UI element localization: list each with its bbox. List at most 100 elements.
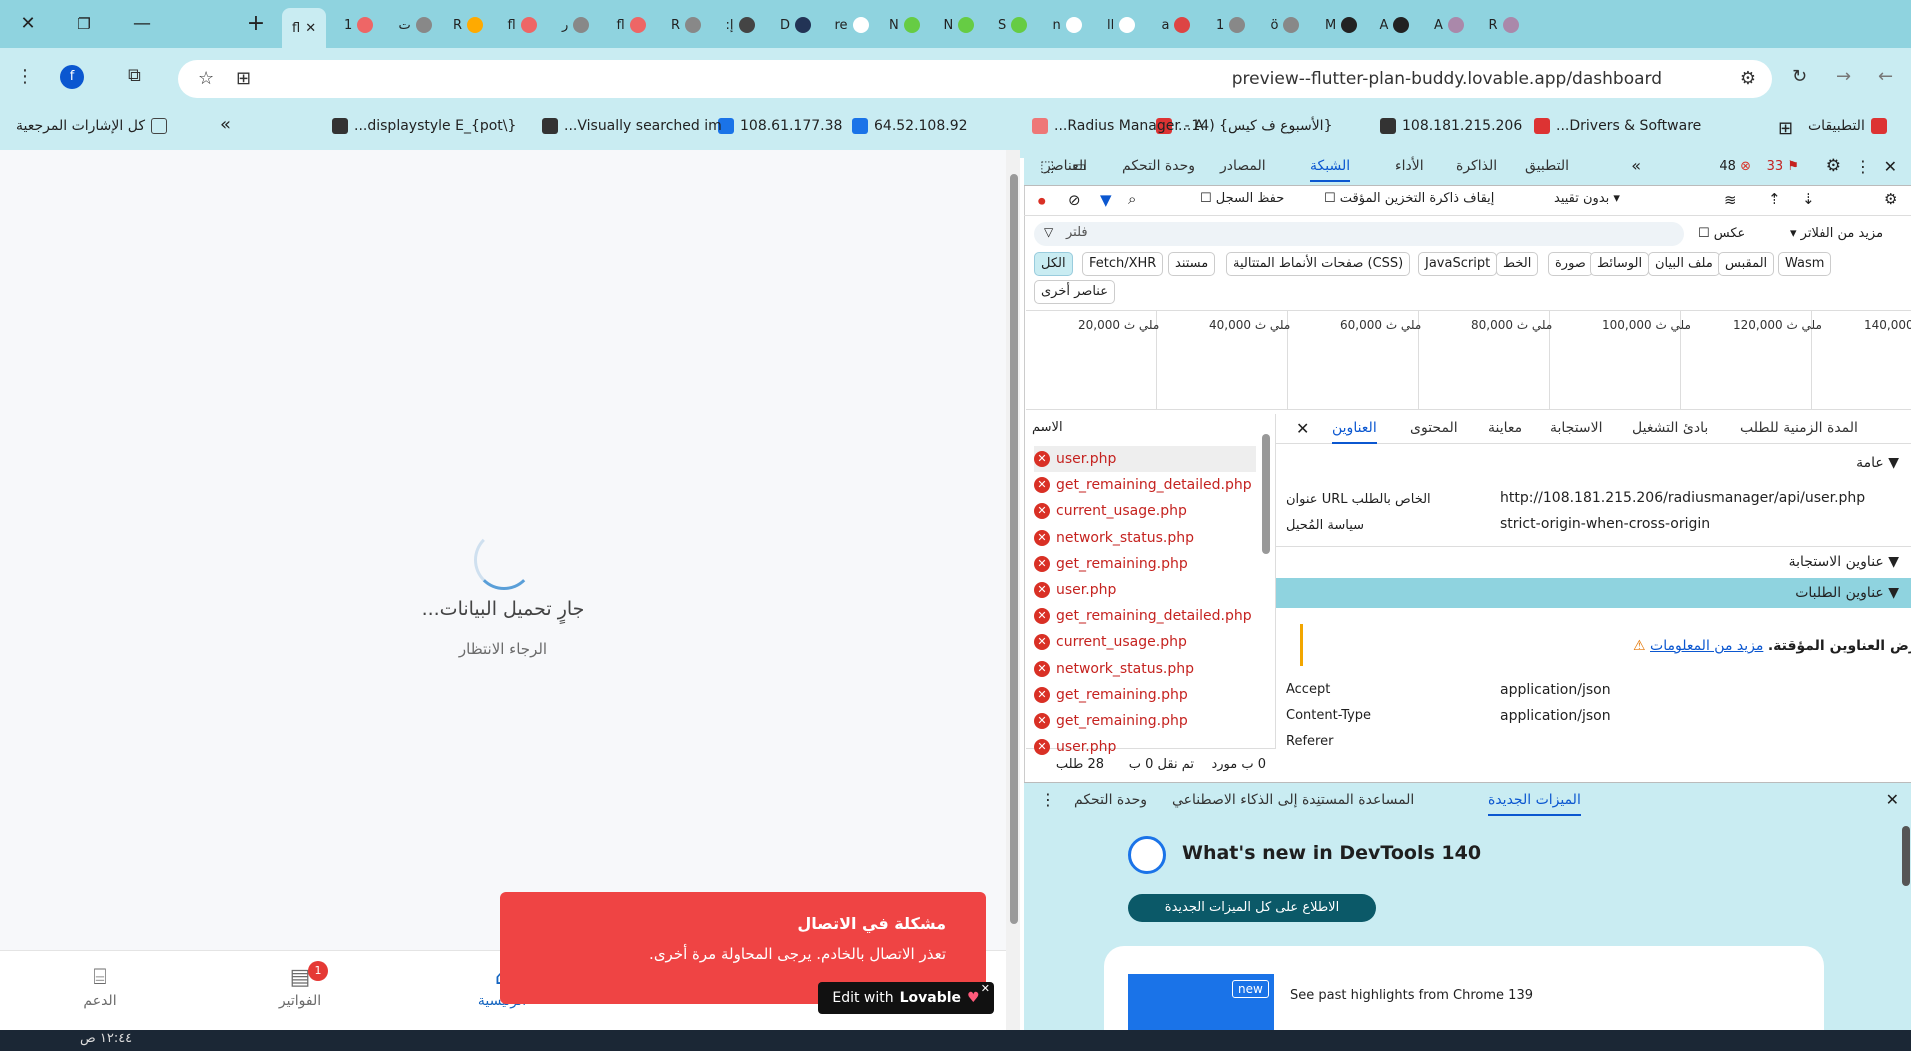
filter-chip-4[interactable]: JavaScript [1418,252,1498,276]
drawer-tab-2[interactable]: وحدة التحكم [1074,792,1147,808]
tab-21[interactable]: A [1434,10,1464,40]
response-headers-section[interactable]: ▼ عناوين الاستجابة [1276,546,1911,576]
close-window-button[interactable]: ✕ [12,10,44,38]
tab-18[interactable]: ö [1271,10,1300,40]
devtools-tab-0[interactable]: التطبيق [1525,158,1569,174]
request-row[interactable]: ✕ get_remaining.php [1034,682,1256,708]
search-icon[interactable]: ⌕ [1128,190,1136,208]
back-icon[interactable]: ← [1878,66,1893,88]
see-all-features-button[interactable]: الاطلاع على كل الميزات الجديدة [1128,894,1376,922]
bookmark-5[interactable]: 108.61.177.38 [718,118,842,134]
settings-icon[interactable]: ⚙ [1826,156,1841,176]
more-tabs-icon[interactable]: « [1631,156,1641,175]
error-count[interactable]: 48 ⊗ [1719,159,1751,174]
close-detail-icon[interactable]: ✕ [1296,419,1309,438]
lovable-badge[interactable]: Edit with Lovable ♥ ✕ [818,982,994,1014]
profile-avatar[interactable]: f [60,65,84,89]
tab-3[interactable]: R [453,10,484,40]
bookmark-all[interactable]: كل الإشارات المرجعية [16,118,167,134]
reload-icon[interactable]: ↻ [1792,66,1807,88]
translate-icon[interactable]: ⊞ [236,68,251,90]
devtools-menu-icon[interactable]: ⋮ [1855,157,1871,176]
name-column-header[interactable]: الاسم [1032,420,1063,435]
detail-tab-3[interactable]: معاينة [1488,420,1522,436]
tab-6[interactable]: fl [617,10,646,40]
request-row[interactable]: ✕ network_status.php [1034,656,1256,682]
tab-13[interactable]: S [998,10,1028,40]
filter-chip-2[interactable]: مستند [1168,252,1216,276]
tab-17[interactable]: 1 [1216,10,1246,40]
bookmark-apps[interactable]: التطبيقات [1808,118,1887,134]
filter-chip-9[interactable]: المقبس [1718,252,1775,276]
filter-chip-6[interactable]: صورة [1548,252,1593,276]
request-row[interactable]: ✕ get_remaining_detailed.php [1034,603,1256,629]
filter-chip-11[interactable]: عناصر أخرى [1034,280,1115,304]
filter-input[interactable]: ▽ فلتر [1034,222,1684,246]
page-scrollbar-thumb[interactable] [1010,174,1018,924]
detail-tab-5[interactable]: العناوين [1332,420,1377,444]
detail-tab-0[interactable]: المدة الزمنية للطلب [1740,420,1858,436]
bookmark-3[interactable]: Radius Manager - A... [1032,118,1204,134]
request-row[interactable]: ✕ user.php [1034,577,1256,603]
detail-tab-4[interactable]: المحتوى [1410,420,1458,436]
nav-invoices[interactable]: ▤ 1 الفواتير [250,961,350,1009]
tab-4[interactable]: fl [508,10,537,40]
tab-1[interactable]: 1 [344,10,374,40]
wifi-icon[interactable]: ≋ [1724,191,1737,209]
menu-icon[interactable]: ⋮ [16,66,34,88]
bookmark-1[interactable]: 108.181.215.206 [1380,118,1522,134]
devtools-tab-6[interactable]: العناصر [1044,158,1087,174]
network-settings-icon[interactable]: ⚙ [1884,190,1897,208]
detail-tab-1[interactable]: بادئ التشغيل [1632,420,1708,436]
tab-15[interactable]: ll [1107,10,1136,40]
invert-checkbox[interactable]: ☐ عكس [1698,226,1745,241]
filter-chip-0[interactable]: الكل [1034,252,1073,276]
request-row[interactable]: ✕ current_usage.php [1034,498,1256,524]
bookmark-7[interactable]: {\displaystyle E_{pot... [332,118,516,134]
request-list-scroll-thumb[interactable] [1262,434,1270,554]
close-devtools-icon[interactable]: ✕ [1884,157,1897,176]
tab-active[interactable]: ✕ fl [282,8,327,48]
bookmark-4[interactable]: 64.52.108.92 [852,118,968,134]
tab-16[interactable]: a [1162,10,1191,40]
request-row[interactable]: ✕ user.php [1034,446,1256,472]
tab-19[interactable]: M [1325,10,1358,40]
extensions-icon[interactable]: ⧉ [128,65,141,87]
request-row[interactable]: ✕ current_usage.php [1034,629,1256,655]
url-text[interactable]: preview--flutter-plan-buddy.lovable.app/… [1232,69,1662,89]
request-row[interactable]: ✕ user.php [1034,734,1256,760]
tab-7[interactable]: R [671,10,702,40]
filter-chip-8[interactable]: ملف البيان [1648,252,1720,276]
tab-2[interactable]: ت [399,10,432,40]
bookmark-0[interactable]: Drivers & Software... [1534,118,1701,134]
tab-11[interactable]: N [889,10,920,40]
upload-icon[interactable]: ⇡ [1768,190,1781,208]
minimize-window-button[interactable]: — [126,10,158,38]
more-bookmarks-button[interactable]: » [220,114,231,135]
record-icon[interactable]: ⏺ [1038,192,1046,210]
filter-chip-3[interactable]: صفحات الأنماط المتتالية (CSS) [1226,252,1411,276]
tab-10[interactable]: re [835,10,869,40]
tab-5[interactable]: ر [562,10,590,40]
detail-tab-2[interactable]: الاستجابة [1550,420,1603,436]
tab-20[interactable]: A [1380,10,1410,40]
preserve-log-checkbox[interactable]: ☐ حفظ السجل [1200,191,1284,206]
drawer-scroll-thumb[interactable] [1902,826,1910,886]
filter-chip-10[interactable]: Wasm [1778,252,1832,276]
tab-14[interactable]: n [1053,10,1082,40]
nav-support[interactable]: ⌸ الدعم [50,965,150,1009]
devtools-tab-2[interactable]: الأداء [1395,158,1424,174]
bookmark-6[interactable]: Visually searched im... [542,118,722,134]
request-row[interactable]: ✕ get_remaining.php [1034,708,1256,734]
bookmark-star-icon[interactable]: ☆ [198,68,214,90]
learn-more-link[interactable]: مزيد من المعلومات [1650,638,1763,654]
address-bar[interactable]: ☆ ⊞ preview--flutter-plan-buddy.lovable.… [178,60,1772,98]
request-row[interactable]: ✕ get_remaining.php [1034,551,1256,577]
forward-icon[interactable]: → [1836,66,1851,88]
request-headers-section[interactable]: ▼ عناوين الطلبات [1276,578,1911,608]
drawer-menu-icon[interactable]: ⋮ [1040,790,1056,809]
close-drawer-icon[interactable]: ✕ [1886,790,1899,809]
download-icon[interactable]: ⇣ [1802,190,1815,208]
tab-12[interactable]: N [944,10,975,40]
filter-chip-1[interactable]: Fetch/XHR [1082,252,1164,276]
